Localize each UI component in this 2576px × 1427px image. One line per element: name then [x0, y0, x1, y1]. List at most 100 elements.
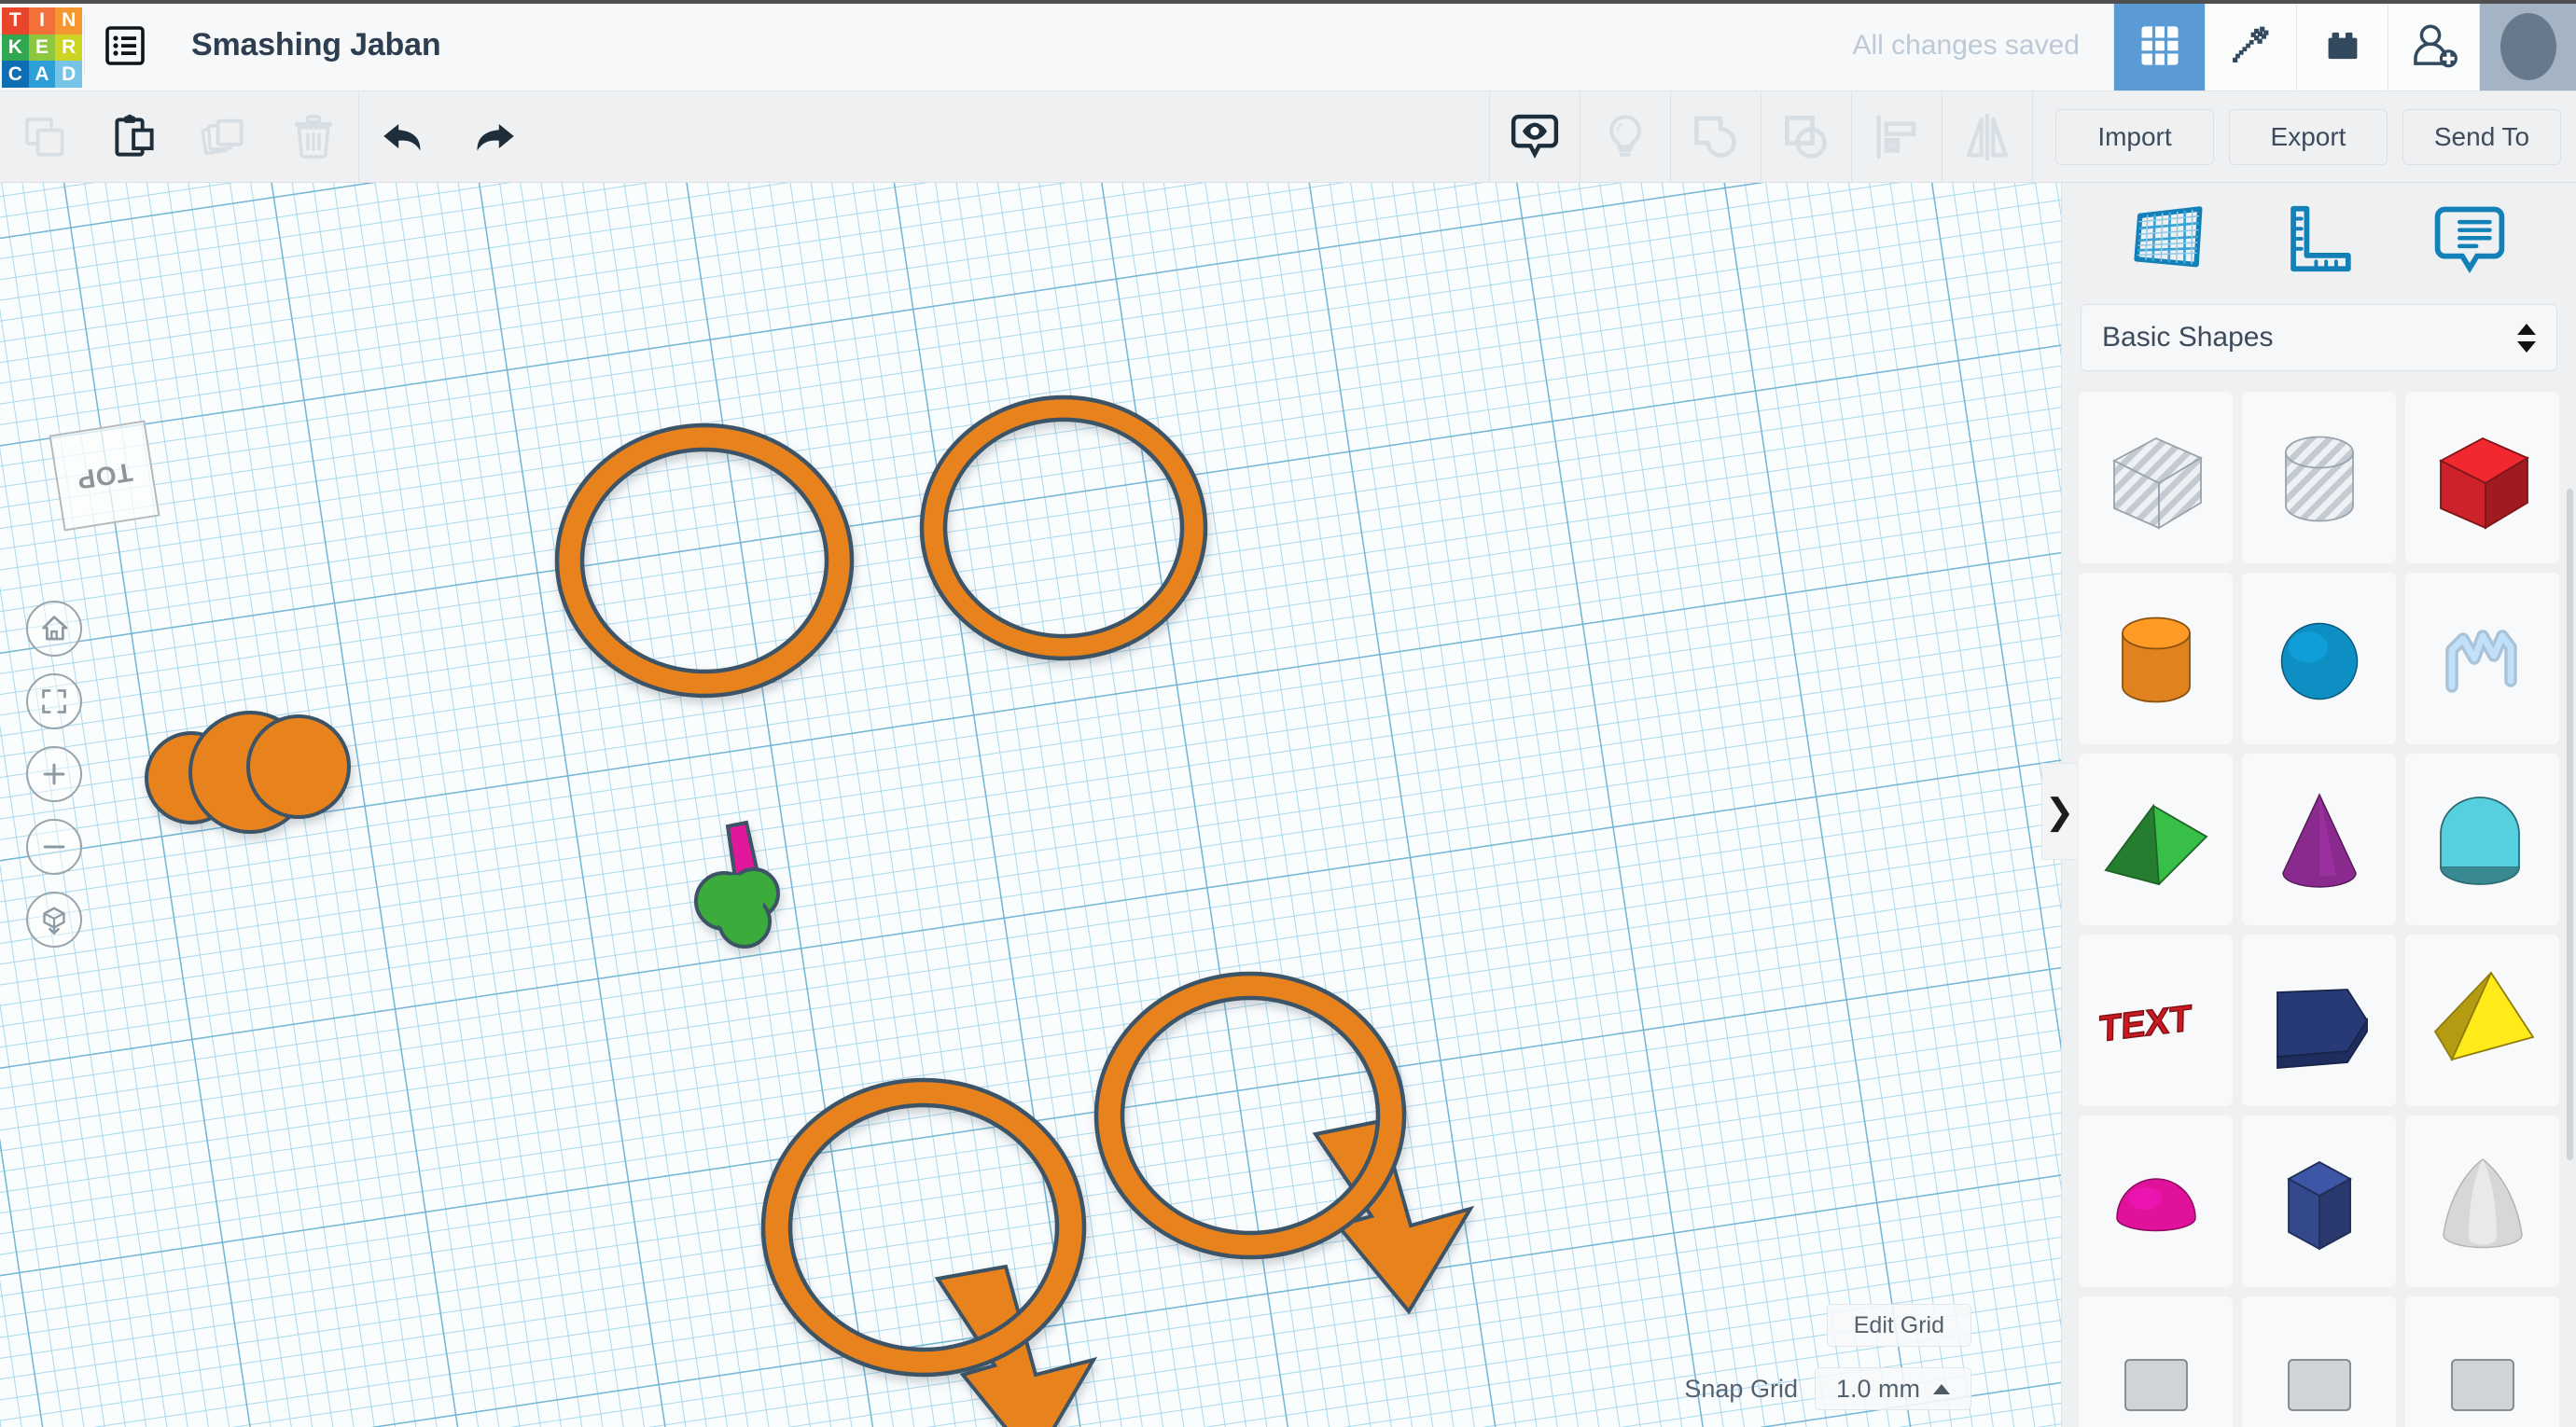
- align-button[interactable]: [1852, 91, 1942, 183]
- blocks-button[interactable]: [2296, 0, 2388, 90]
- workplane-grid-icon: [2133, 206, 2202, 268]
- shape-box-red[interactable]: [2405, 392, 2559, 563]
- logo-tile-r: R: [55, 34, 82, 62]
- torus-ring-with-arrow-right[interactable]: [1093, 971, 1475, 1315]
- zoom-out-button[interactable]: [26, 819, 82, 875]
- shape-extra-3[interactable]: [2405, 1296, 2559, 1427]
- shape-sphere-blue[interactable]: [2242, 573, 2396, 744]
- shape-cylinder-orange[interactable]: [2079, 573, 2233, 744]
- delete-button[interactable]: [269, 91, 358, 183]
- mirror-button[interactable]: [1942, 91, 2032, 183]
- logo-tile-a: A: [28, 61, 56, 88]
- send-to-button[interactable]: Send To: [2402, 108, 2561, 165]
- perspective-toggle-button[interactable]: [26, 892, 82, 948]
- edit-grid-button[interactable]: Edit Grid: [1826, 1304, 1971, 1347]
- mirror-icon: [1967, 113, 2008, 160]
- clipboard-paste-icon: [115, 114, 154, 157]
- logo-tile-k: K: [2, 34, 29, 62]
- fit-view-button[interactable]: [26, 673, 82, 729]
- eye-marker-icon: [1511, 114, 1559, 159]
- snap-grid-value-button[interactable]: 1.0 mm: [1814, 1367, 1971, 1410]
- undo-button[interactable]: [359, 91, 449, 183]
- snap-grid-label: Snap Grid: [1684, 1374, 1798, 1403]
- shape-library-grid: TEXT: [2079, 392, 2559, 1427]
- cube-arrow-icon: [43, 907, 65, 935]
- caret-up-icon: [1933, 1383, 1950, 1394]
- torus-ring-top-right[interactable]: [919, 395, 1208, 661]
- view-orientation-label: TOP: [74, 457, 135, 495]
- shape-halfsphere-pink[interactable]: [2079, 1115, 2233, 1287]
- cylinder-cluster-large[interactable]: [246, 714, 351, 819]
- panel-tools: [2062, 183, 2576, 295]
- toolbar-divider-8: [2032, 90, 2033, 183]
- zoom-in-button[interactable]: [26, 746, 82, 802]
- shape-text-red[interactable]: TEXT: [2079, 935, 2233, 1106]
- import-button[interactable]: Import: [2055, 108, 2214, 165]
- shape-category-label: Basic Shapes: [2102, 322, 2274, 353]
- view-orientation-cube[interactable]: TOP: [49, 420, 160, 532]
- snap-grid-control: Snap Grid 1.0 mm: [1684, 1367, 1971, 1410]
- tinkercad-logo-tiles: TINKERCAD: [2, 7, 82, 88]
- group-button[interactable]: [1671, 91, 1761, 183]
- redo-button[interactable]: [449, 91, 538, 183]
- notes-hint-button[interactable]: [1580, 91, 1670, 183]
- torus-ring-with-arrow-bottom[interactable]: [760, 1077, 1098, 1427]
- trash-icon: [295, 114, 332, 159]
- logo-tile-i: I: [28, 7, 56, 35]
- view-controls: [26, 601, 82, 948]
- shape-polygon-navy[interactable]: [2242, 935, 2396, 1106]
- shape-paraboloid-gray[interactable]: [2405, 1115, 2559, 1287]
- shape-pyramid-yellow[interactable]: [2405, 935, 2559, 1106]
- header-top-rule: [0, 0, 2576, 4]
- ungroup-button[interactable]: [1761, 91, 1851, 183]
- minecraft-button[interactable]: [2205, 0, 2296, 90]
- shape-category-select[interactable]: Basic Shapes: [2081, 304, 2557, 371]
- shape-halfcyl-teal[interactable]: [2405, 754, 2559, 925]
- logo-tile-e: E: [28, 34, 56, 62]
- duplicate-icon: [201, 118, 244, 155]
- shape-scribble[interactable]: [2405, 573, 2559, 744]
- fit-frame-icon: [42, 689, 66, 714]
- panel-scrollbar[interactable]: [2567, 489, 2573, 1160]
- shape-box-hole[interactable]: [2079, 392, 2233, 563]
- scene-objects[interactable]: [0, 183, 2061, 1427]
- shape-roof-green[interactable]: [2079, 754, 2233, 925]
- logo-tile-d: D: [55, 61, 82, 88]
- home-view-button[interactable]: [26, 601, 82, 657]
- copy-button[interactable]: [0, 91, 90, 183]
- avatar-image: [2479, 1, 2576, 90]
- list-menu-icon[interactable]: [85, 0, 165, 90]
- panel-collapse-button[interactable]: ❯: [2041, 763, 2077, 860]
- shape-cone-purple[interactable]: [2242, 754, 2396, 925]
- page-title[interactable]: Smashing Jaban: [165, 0, 441, 90]
- gallery-grid-button[interactable]: [2113, 0, 2205, 90]
- copy-icon: [25, 117, 64, 156]
- shape-extra-2[interactable]: [2242, 1296, 2396, 1427]
- ring-group-top-left[interactable]: [554, 423, 855, 949]
- logo-tile-c: C: [2, 61, 29, 88]
- avatar[interactable]: [2479, 0, 2576, 90]
- shape-cylinder-hole[interactable]: [2242, 392, 2396, 563]
- visibility-button[interactable]: [1490, 91, 1580, 183]
- header-spacer: [440, 0, 1852, 90]
- shape-extra-1[interactable]: [2079, 1296, 2233, 1427]
- cylinder-cluster[interactable]: [145, 711, 351, 834]
- ruler-tool[interactable]: [2263, 201, 2375, 276]
- tinkercad-logo[interactable]: TINKERCAD: [0, 4, 84, 91]
- green-clover[interactable]: [694, 867, 780, 949]
- shape-hexprism-navy[interactable]: [2242, 1115, 2396, 1287]
- group-shapes-icon: [1694, 116, 1736, 158]
- invite-button[interactable]: [2388, 0, 2479, 90]
- torus-ring-top-left[interactable]: [554, 423, 855, 699]
- notes-tool[interactable]: [2414, 201, 2526, 276]
- design-canvas[interactable]: TOP Edit Grid Snap Grid 1.0 mm: [0, 183, 2061, 1427]
- logo-tile-n: N: [55, 7, 82, 35]
- snap-grid-value: 1.0 mm: [1835, 1374, 1920, 1403]
- duplicate-button[interactable]: [179, 91, 269, 183]
- export-button[interactable]: Export: [2229, 108, 2388, 165]
- plus-icon: [43, 763, 65, 785]
- paste-button[interactable]: [90, 91, 179, 183]
- redo-arrow-icon: [477, 123, 514, 150]
- spinner-icon[interactable]: [2517, 323, 2536, 353]
- workplane-tool[interactable]: [2113, 201, 2225, 276]
